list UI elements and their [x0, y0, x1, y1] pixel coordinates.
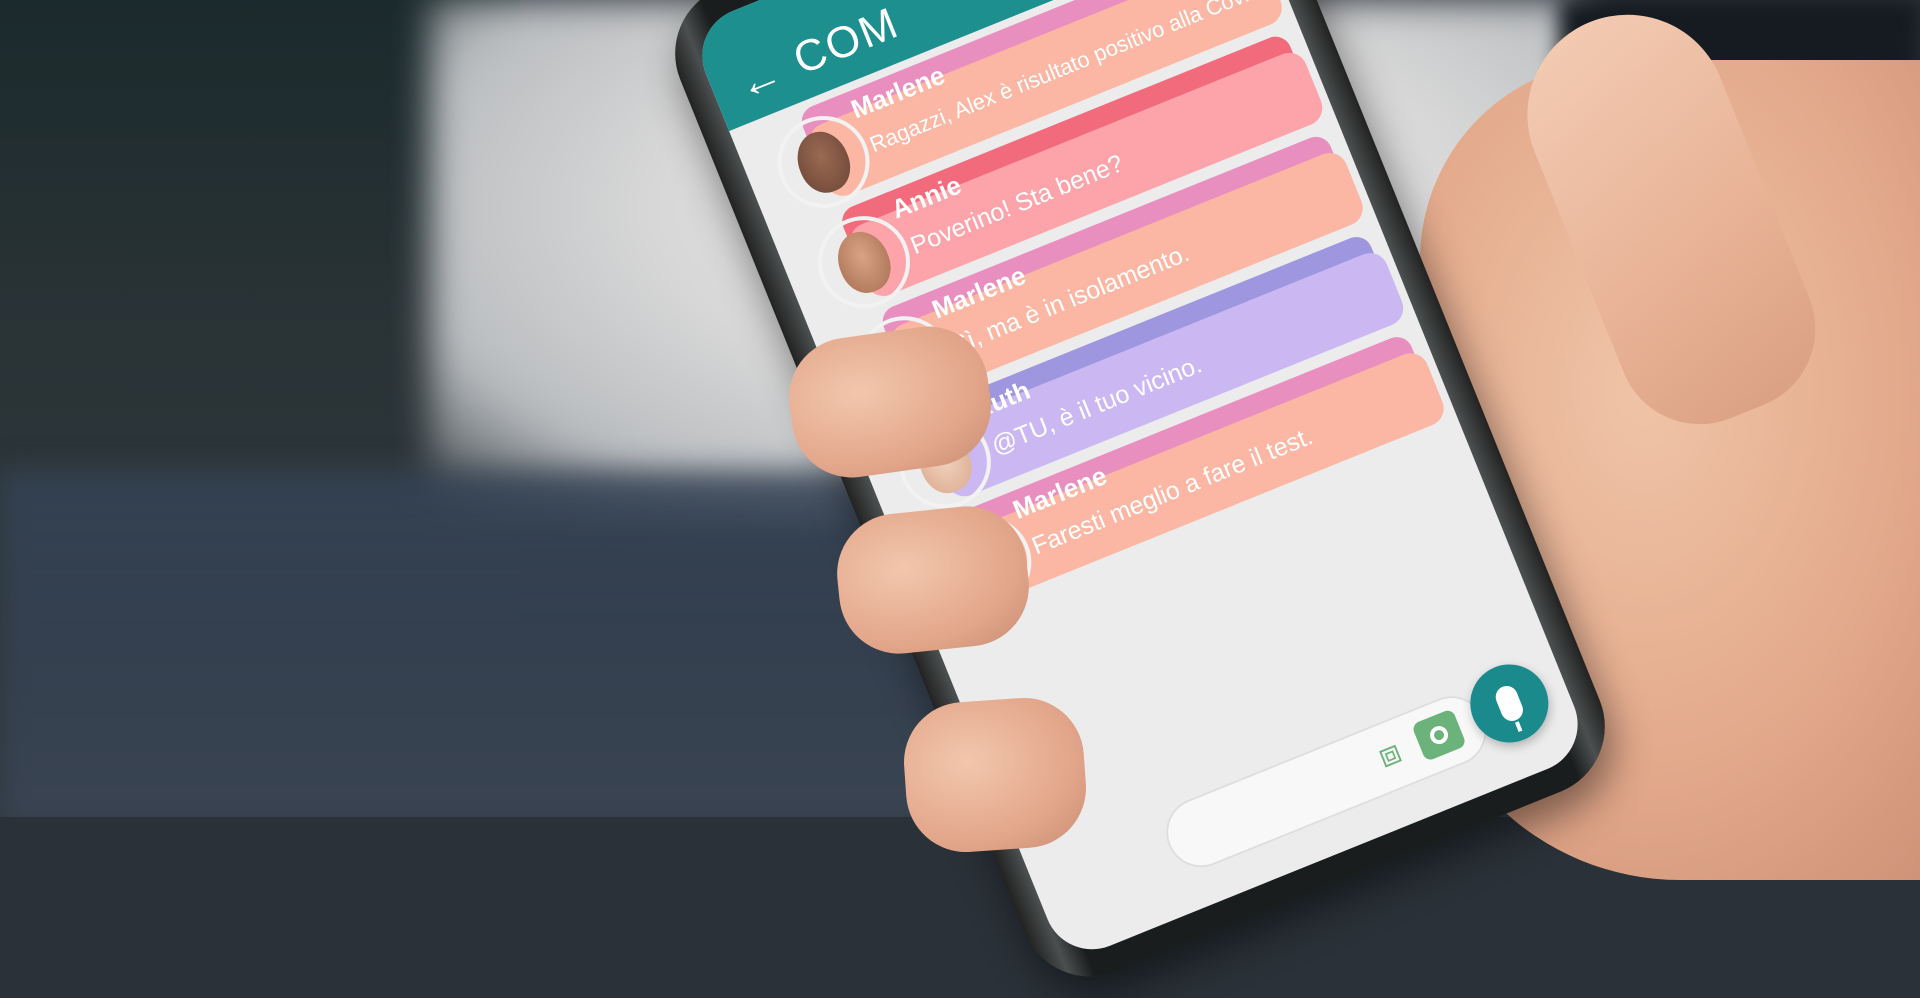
microphone-icon: [1492, 682, 1527, 725]
chat-title: COM: [786, 0, 906, 85]
hand-finger: [899, 693, 1091, 857]
arrow-left-icon[interactable]: ←: [730, 48, 789, 110]
paperclip-icon[interactable]: ⧈: [1373, 732, 1408, 776]
message-composer[interactable]: ⧈: [1155, 685, 1498, 878]
camera-icon[interactable]: [1411, 708, 1467, 762]
